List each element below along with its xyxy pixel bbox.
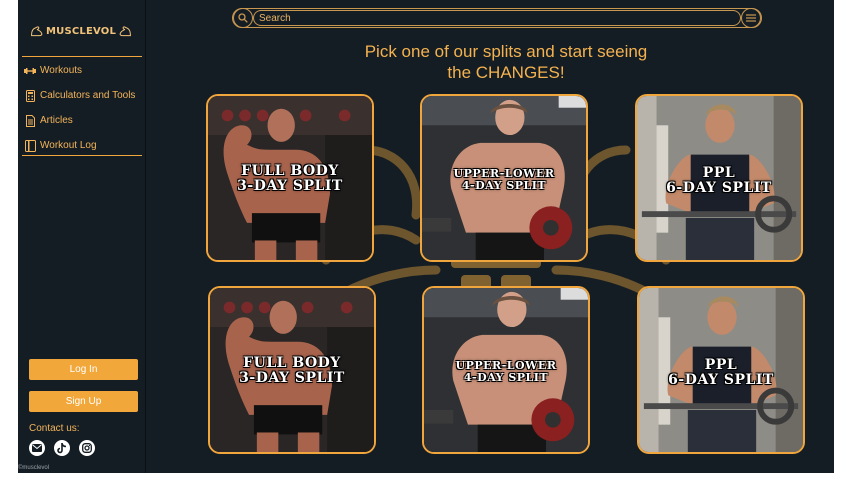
page-headline: Pick one of our splits and start seeing … bbox=[286, 41, 726, 83]
split-card-upper-lower[interactable]: UPPER-LOWER 4-DAY SPLIT bbox=[422, 286, 590, 454]
sidebar-item-calculators[interactable]: Calculators and Tools bbox=[24, 83, 144, 108]
email-icon[interactable] bbox=[29, 440, 45, 456]
card-title: UPPER-LOWER 4-DAY SPLIT bbox=[455, 359, 557, 384]
split-card-upper-lower[interactable]: UPPER-LOWER 4-DAY SPLIT bbox=[420, 94, 588, 262]
app-window: MUSCLEVOL Workouts Calculators and Tools bbox=[18, 0, 834, 473]
signup-button[interactable]: Sign Up bbox=[29, 391, 138, 412]
sidebar-item-articles[interactable]: Articles bbox=[24, 108, 144, 133]
tiktok-icon[interactable] bbox=[54, 440, 70, 456]
card-title: PPL 6-DAY SPLIT bbox=[668, 357, 774, 388]
split-card-ppl[interactable]: PPL 6-DAY SPLIT bbox=[635, 94, 803, 262]
login-button[interactable]: Log In bbox=[29, 359, 138, 380]
split-card-full-body[interactable]: FULL BODY 3-DAY SPLIT bbox=[208, 286, 376, 454]
card-title: FULL BODY 3-DAY SPLIT bbox=[237, 163, 343, 194]
sidebar-nav: Workouts Calculators and Tools Articles … bbox=[24, 58, 144, 158]
sidebar-divider bbox=[22, 56, 142, 57]
social-links bbox=[29, 440, 95, 456]
flexed-arm-left-icon bbox=[31, 26, 43, 37]
brand-name: MUSCLEVOL bbox=[45, 25, 117, 37]
split-card-full-body[interactable]: FULL BODY 3-DAY SPLIT bbox=[206, 94, 374, 262]
search-bar bbox=[232, 8, 762, 28]
flexed-arm-right-icon bbox=[119, 26, 131, 37]
sidebar-item-workouts[interactable]: Workouts bbox=[24, 58, 144, 83]
menu-icon[interactable] bbox=[741, 8, 761, 28]
headline-line-2: the CHANGES! bbox=[447, 63, 565, 82]
split-card-ppl[interactable]: PPL 6-DAY SPLIT bbox=[637, 286, 805, 454]
instagram-icon[interactable] bbox=[79, 440, 95, 456]
search-icon[interactable] bbox=[233, 8, 253, 28]
log-book-icon bbox=[24, 139, 36, 152]
headline-line-1: Pick one of our splits and start seeing bbox=[364, 42, 648, 61]
main-content: Pick one of our splits and start seeing … bbox=[146, 0, 834, 473]
sidebar-item-label: Workout Log bbox=[40, 140, 97, 151]
card-title: FULL BODY 3-DAY SPLIT bbox=[239, 355, 345, 386]
contact-label: Contact us: bbox=[29, 423, 80, 434]
sidebar-item-label: Calculators and Tools bbox=[40, 90, 136, 101]
card-title: UPPER-LOWER 4-DAY SPLIT bbox=[453, 167, 555, 192]
brand-logo[interactable]: MUSCLEVOL bbox=[30, 17, 132, 45]
dumbbell-icon bbox=[24, 65, 36, 77]
copyright-mark: ©musclevol bbox=[18, 465, 50, 471]
sidebar: MUSCLEVOL Workouts Calculators and Tools bbox=[18, 0, 146, 473]
search-input[interactable] bbox=[253, 10, 741, 26]
sidebar-item-label: Workouts bbox=[40, 65, 83, 76]
document-icon bbox=[24, 114, 36, 127]
card-title: PPL 6-DAY SPLIT bbox=[666, 165, 772, 196]
sidebar-divider bbox=[22, 155, 142, 156]
calculator-icon bbox=[24, 89, 36, 102]
sidebar-item-label: Articles bbox=[40, 115, 73, 126]
